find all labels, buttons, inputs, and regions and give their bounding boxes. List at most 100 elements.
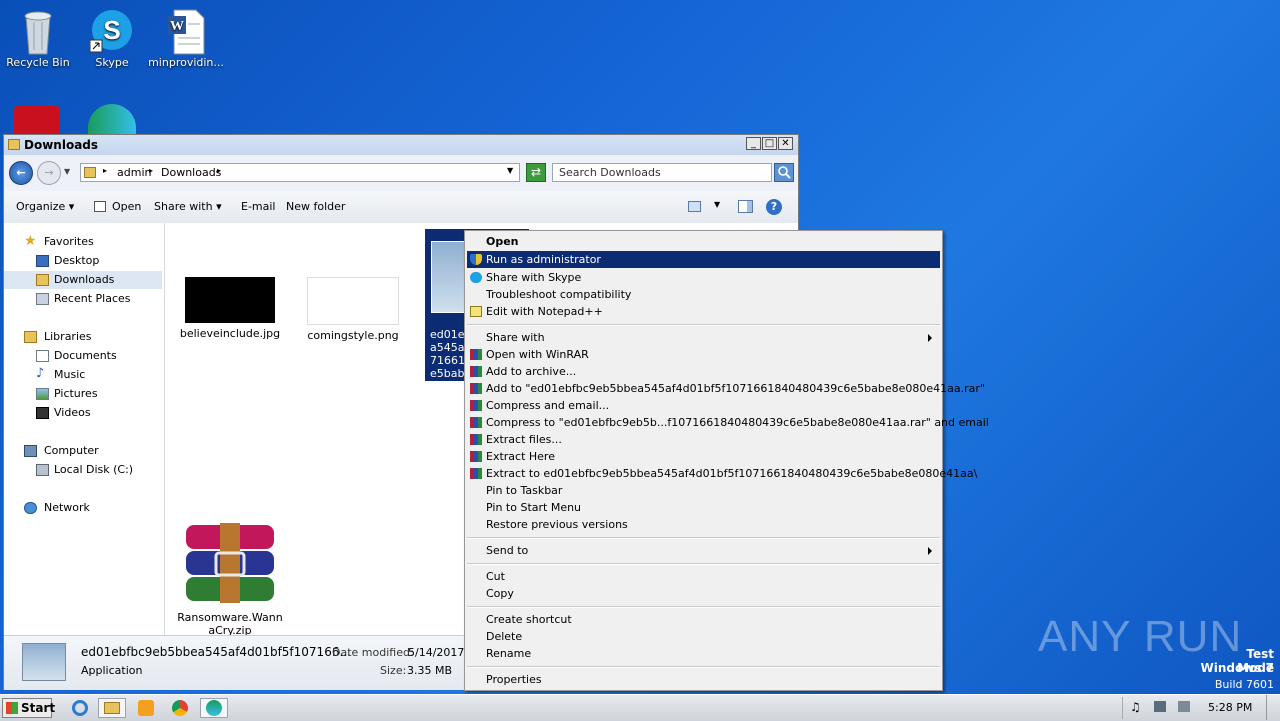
start-label: Start bbox=[21, 701, 56, 715]
address-bar[interactable]: ▸ admin ▸ Downloads ▸ ▼ bbox=[80, 163, 520, 182]
nav-downloads[interactable]: Downloads bbox=[4, 271, 162, 289]
menu-item-cut[interactable]: Cut bbox=[467, 568, 940, 585]
menu-item-share-with[interactable]: Share with bbox=[467, 329, 940, 346]
nav-desktop[interactable]: Desktop bbox=[4, 252, 162, 270]
forward-button[interactable]: → bbox=[37, 161, 61, 185]
menu-item-compress-to-rar-and-email[interactable]: Compress to "ed01ebfbc9eb5b...f107166184… bbox=[467, 414, 989, 431]
breadcrumb-downloads[interactable]: Downloads bbox=[161, 166, 221, 179]
winrar-icon bbox=[470, 349, 482, 360]
menu-item-create-shortcut[interactable]: Create shortcut bbox=[467, 611, 940, 628]
desktop-icon-word-doc[interactable]: W minprovidin... bbox=[148, 8, 224, 69]
menu-item-troubleshoot-compatibility[interactable]: Troubleshoot compatibility bbox=[467, 286, 940, 303]
menu-item-add-to-archive[interactable]: Add to archive... bbox=[467, 363, 940, 380]
edge-taskbar-icon[interactable] bbox=[200, 698, 228, 718]
start-button[interactable]: Start bbox=[2, 698, 56, 718]
winrar-icon bbox=[470, 417, 482, 428]
word-document-icon: W bbox=[164, 8, 208, 55]
menu-item-pin-to-start-menu[interactable]: Pin to Start Menu bbox=[467, 499, 940, 516]
menu-item-send-to[interactable]: Send to bbox=[467, 542, 940, 559]
chrome-taskbar-icon[interactable] bbox=[166, 698, 194, 718]
file-item[interactable]: believeinclude.jpg bbox=[175, 277, 285, 340]
file-item[interactable]: Ransomware.Wann aCry.zip bbox=[175, 523, 285, 637]
nav-music[interactable]: ♪ Music bbox=[4, 366, 162, 384]
notepad-icon bbox=[470, 306, 482, 317]
menu-item-restore-previous-versions[interactable]: Restore previous versions bbox=[467, 516, 940, 533]
menu-item-properties[interactable]: Properties bbox=[467, 671, 940, 688]
menu-item-delete[interactable]: Delete bbox=[467, 628, 940, 645]
file-name: comingstyle.png bbox=[307, 329, 399, 342]
menu-item-edit-with-notepad[interactable]: Edit with Notepad++ bbox=[467, 303, 940, 320]
new-folder-button[interactable]: New folder bbox=[286, 200, 345, 213]
menu-item-extract-here[interactable]: Extract Here bbox=[467, 448, 940, 465]
help-icon[interactable]: ? bbox=[766, 199, 782, 215]
organize-button[interactable]: Organize ▾ bbox=[16, 200, 74, 213]
nav-recent-places[interactable]: Recent Places bbox=[4, 290, 162, 308]
recent-pages-dropdown[interactable]: ▼ bbox=[64, 167, 70, 176]
nav-local-disk[interactable]: Local Disk (C:) bbox=[4, 461, 162, 479]
media-player-taskbar-icon[interactable] bbox=[132, 698, 160, 718]
breadcrumb-chevron-icon[interactable]: ▸ bbox=[217, 166, 221, 175]
volume-icon[interactable]: ♫ bbox=[1130, 700, 1141, 714]
view-options-dropdown-icon[interactable]: ▼ bbox=[714, 200, 720, 209]
ie-taskbar-icon[interactable] bbox=[66, 698, 94, 718]
desktop-icon-recycle-bin[interactable]: Recycle Bin bbox=[0, 8, 76, 69]
svg-text:W: W bbox=[170, 19, 184, 34]
nav-libraries[interactable]: Libraries bbox=[4, 328, 162, 346]
search-button[interactable] bbox=[774, 163, 794, 182]
open-button[interactable]: Open bbox=[112, 200, 141, 213]
submenu-arrow-icon bbox=[928, 547, 932, 555]
menu-separator bbox=[467, 537, 940, 539]
command-bar: Organize ▾ Open Share with ▾ E-mail New … bbox=[4, 191, 798, 224]
close-button[interactable]: ✕ bbox=[778, 137, 793, 150]
edge-icon[interactable] bbox=[88, 104, 136, 136]
minimize-button[interactable]: _ bbox=[746, 137, 761, 150]
acrobat-icon[interactable] bbox=[14, 106, 60, 136]
refresh-button[interactable]: ⇄ bbox=[526, 163, 546, 182]
nav-documents[interactable]: Documents bbox=[4, 347, 162, 365]
email-button[interactable]: E-mail bbox=[241, 200, 276, 213]
maximize-button[interactable]: □ bbox=[762, 137, 777, 150]
menu-item-copy[interactable]: Copy bbox=[467, 585, 940, 602]
explorer-taskbar-icon[interactable] bbox=[98, 698, 126, 718]
menu-item-share-with-skype[interactable]: Share with Skype bbox=[467, 269, 940, 286]
menu-item-rename[interactable]: Rename bbox=[467, 645, 940, 662]
breadcrumb-admin[interactable]: admin bbox=[117, 166, 151, 179]
nav-pictures[interactable]: Pictures bbox=[4, 385, 162, 403]
nav-computer[interactable]: Computer bbox=[4, 442, 162, 460]
nav-network[interactable]: Network bbox=[4, 499, 162, 517]
change-view-icon[interactable] bbox=[688, 201, 701, 212]
back-button[interactable]: ← bbox=[9, 161, 33, 185]
menu-item-extract-to-folder[interactable]: Extract to ed01ebfbc9eb5bbea545af4d01bf5… bbox=[467, 465, 977, 482]
show-desktop-button[interactable] bbox=[1266, 695, 1279, 720]
menu-separator bbox=[467, 324, 940, 326]
preview-pane-icon[interactable] bbox=[738, 200, 753, 213]
menu-item-extract-files[interactable]: Extract files... bbox=[467, 431, 940, 448]
winrar-archive-icon bbox=[184, 523, 276, 603]
menu-item-compress-and-email[interactable]: Compress and email... bbox=[467, 397, 940, 414]
action-center-icon[interactable] bbox=[1178, 701, 1190, 712]
skype-icon: S bbox=[89, 8, 134, 53]
address-row: ← → ▼ ▸ admin ▸ Downloads ▸ ▼ ⇄ Search D… bbox=[4, 155, 798, 191]
menu-item-add-to-rar[interactable]: Add to "ed01ebfbc9eb5bbea545af4d01bf5f10… bbox=[467, 380, 985, 397]
search-input[interactable]: Search Downloads bbox=[552, 163, 772, 182]
desktop-icon-skype[interactable]: S Skype bbox=[74, 8, 150, 69]
network-tray-icon[interactable] bbox=[1154, 701, 1166, 712]
share-with-button[interactable]: Share with ▾ bbox=[154, 200, 222, 213]
address-dropdown-icon[interactable]: ▼ bbox=[507, 166, 513, 175]
breadcrumb-chevron-icon[interactable]: ▸ bbox=[103, 166, 107, 175]
svg-text:S: S bbox=[103, 15, 120, 45]
menu-item-open-with-winrar[interactable]: Open with WinRAR bbox=[467, 346, 940, 363]
search-icon bbox=[778, 166, 791, 179]
menu-item-open[interactable]: Open bbox=[467, 233, 940, 250]
nav-videos[interactable]: Videos bbox=[4, 404, 162, 422]
nav-favorites[interactable]: ★ Favorites bbox=[4, 233, 162, 251]
menu-item-run-as-administrator[interactable]: Run as administrator bbox=[467, 251, 940, 268]
clock[interactable]: 5:28 PM bbox=[1208, 701, 1252, 714]
menu-item-pin-to-taskbar[interactable]: Pin to Taskbar bbox=[467, 482, 940, 499]
title-bar[interactable]: Downloads _ □ ✕ bbox=[4, 135, 798, 155]
file-item[interactable]: comingstyle.png bbox=[298, 277, 408, 342]
star-icon: ★ bbox=[24, 233, 37, 249]
application-icon bbox=[22, 643, 66, 681]
breadcrumb-chevron-icon[interactable]: ▸ bbox=[149, 166, 153, 175]
organize-label: Organize bbox=[16, 200, 66, 213]
